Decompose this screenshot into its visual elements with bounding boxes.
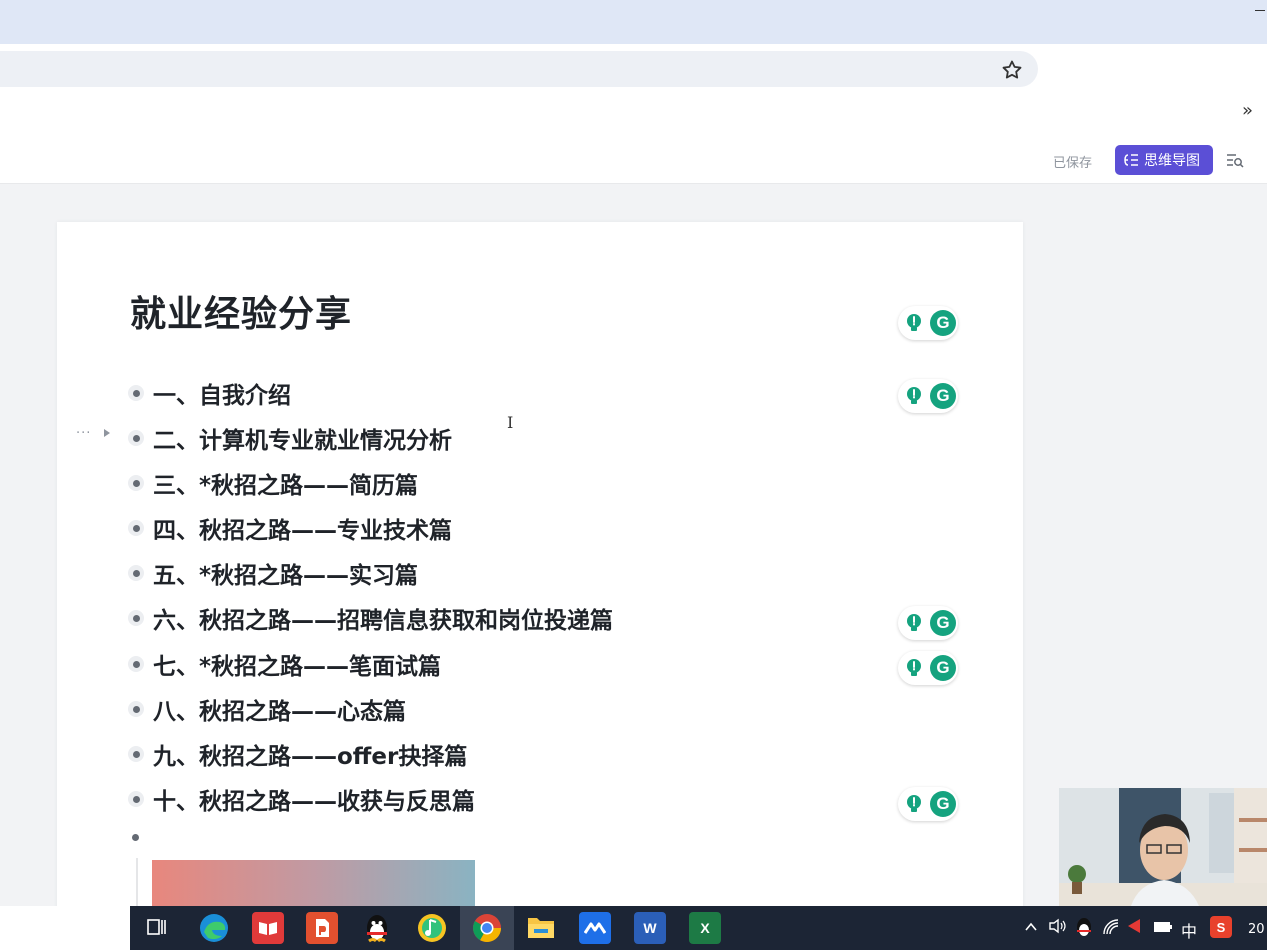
text-cursor-icon: I xyxy=(507,413,514,432)
star-icon[interactable] xyxy=(1000,58,1024,82)
lightbulb-icon[interactable] xyxy=(902,611,926,635)
bullet-icon[interactable] xyxy=(128,701,144,717)
feishu-icon[interactable] xyxy=(579,912,611,944)
bullet-icon[interactable] xyxy=(128,385,144,401)
grammarly-widget[interactable]: G xyxy=(898,651,958,685)
qq-tray-icon[interactable] xyxy=(1074,916,1094,938)
file-explorer-icon[interactable] xyxy=(526,913,556,941)
volume-icon[interactable] xyxy=(1048,918,1068,934)
qq-icon[interactable] xyxy=(362,912,392,944)
edge-icon[interactable] xyxy=(198,912,230,944)
bullet-icon[interactable] xyxy=(128,610,144,626)
list-item[interactable]: 一、自我介绍 xyxy=(128,378,291,409)
slides-icon[interactable] xyxy=(306,912,338,944)
page-title: 就业经验分享 xyxy=(130,294,353,335)
lightbulb-icon[interactable] xyxy=(902,656,926,680)
list-item-text: 六、秋招之路——招聘信息获取和岗位投递篇 xyxy=(153,608,613,634)
grammarly-widget[interactable]: G xyxy=(898,306,958,340)
list-item[interactable]: 七、*秋招之路——笔面试篇 xyxy=(128,649,442,680)
block-drag-handle[interactable]: ··· xyxy=(76,426,91,441)
embedded-image[interactable] xyxy=(152,860,475,910)
grammarly-icon[interactable]: G xyxy=(930,791,956,817)
grammarly-widget[interactable]: G xyxy=(898,379,958,413)
list-item[interactable]: 五、*秋招之路——实习篇 xyxy=(128,558,419,589)
reader-icon[interactable] xyxy=(252,912,284,944)
send-icon[interactable] xyxy=(1126,917,1142,935)
browser-title-bar xyxy=(0,0,1267,44)
grammarly-icon[interactable]: G xyxy=(930,383,956,409)
wifi-icon[interactable] xyxy=(1102,918,1120,936)
image-block-rail xyxy=(136,858,138,908)
list-item[interactable]: 九、秋招之路——offer抉择篇 xyxy=(128,739,468,770)
grammarly-icon[interactable]: G xyxy=(930,655,956,681)
list-item[interactable]: 三、*秋招之路——简历篇 xyxy=(128,468,419,499)
mindmap-button[interactable]: 思维导图 xyxy=(1115,145,1213,175)
grammarly-widget[interactable]: G xyxy=(898,606,958,640)
list-item-text: 八、秋招之路——心态篇 xyxy=(153,699,406,725)
list-item-text: 七、*秋招之路——笔面试篇 xyxy=(153,654,442,680)
save-status: 已保存 xyxy=(1053,156,1093,171)
list-item[interactable]: 八、秋招之路——心态篇 xyxy=(128,694,406,725)
list-item-text: 四、秋招之路——专业技术篇 xyxy=(153,518,452,544)
chrome-icon[interactable] xyxy=(471,912,503,944)
empty-list-bullet[interactable] xyxy=(132,834,139,841)
chevron-up-icon[interactable] xyxy=(1024,920,1038,934)
bullet-icon[interactable] xyxy=(128,746,144,762)
sogou-icon[interactable]: S xyxy=(1210,916,1232,938)
battery-icon[interactable] xyxy=(1153,920,1173,934)
list-item[interactable]: 六、秋招之路——招聘信息获取和岗位投递篇 xyxy=(128,603,613,634)
task-view-icon[interactable] xyxy=(146,916,168,938)
list-item-text: 五、*秋招之路——实习篇 xyxy=(153,563,419,589)
bullet-icon[interactable] xyxy=(128,475,144,491)
bullet-icon[interactable] xyxy=(128,565,144,581)
bullet-icon[interactable] xyxy=(128,656,144,672)
address-bar[interactable] xyxy=(0,51,1038,87)
input-method-indicator[interactable]: 中 xyxy=(1181,918,1197,942)
bookmarks-bar xyxy=(0,94,1267,130)
minimize-icon[interactable] xyxy=(1255,10,1265,11)
lightbulb-icon[interactable] xyxy=(902,311,926,335)
bullet-icon[interactable] xyxy=(128,791,144,807)
lightbulb-icon[interactable] xyxy=(902,384,926,408)
list-item[interactable]: 二、计算机专业就业情况分析 xyxy=(128,423,452,454)
excel-icon[interactable]: X xyxy=(689,912,721,944)
list-item-text: 十、秋招之路——收获与反思篇 xyxy=(153,789,475,815)
lightbulb-icon[interactable] xyxy=(902,792,926,816)
mindmap-icon xyxy=(1124,154,1138,166)
list-item-text: 二、计算机专业就业情况分析 xyxy=(153,428,452,454)
list-item[interactable]: 四、秋招之路——专业技术篇 xyxy=(128,513,452,544)
grammarly-icon[interactable]: G xyxy=(930,310,956,336)
outline-icon[interactable] xyxy=(1226,152,1244,168)
grammarly-widget[interactable]: G xyxy=(898,787,958,821)
music-icon[interactable] xyxy=(416,912,448,944)
expand-arrow-icon[interactable] xyxy=(104,429,110,437)
mindmap-button-label: 思维导图 xyxy=(1144,153,1200,169)
list-item[interactable]: 十、秋招之路——收获与反思篇 xyxy=(128,784,475,815)
bullet-icon[interactable] xyxy=(128,520,144,536)
taskbar-search-area[interactable] xyxy=(0,906,130,950)
bullet-icon[interactable] xyxy=(128,430,144,446)
more-bookmarks-chevron-icon[interactable]: » xyxy=(1242,100,1253,121)
grammarly-icon[interactable]: G xyxy=(930,610,956,636)
webcam-feed xyxy=(1059,788,1267,906)
list-item-text: 一、自我介绍 xyxy=(153,383,291,409)
list-item-text: 九、秋招之路——offer抉择篇 xyxy=(153,744,468,770)
webcam-overlay xyxy=(1059,788,1267,906)
clock-text[interactable]: 20 xyxy=(1248,922,1265,937)
word-icon[interactable]: W xyxy=(634,912,666,944)
list-item-text: 三、*秋招之路——简历篇 xyxy=(153,473,419,499)
